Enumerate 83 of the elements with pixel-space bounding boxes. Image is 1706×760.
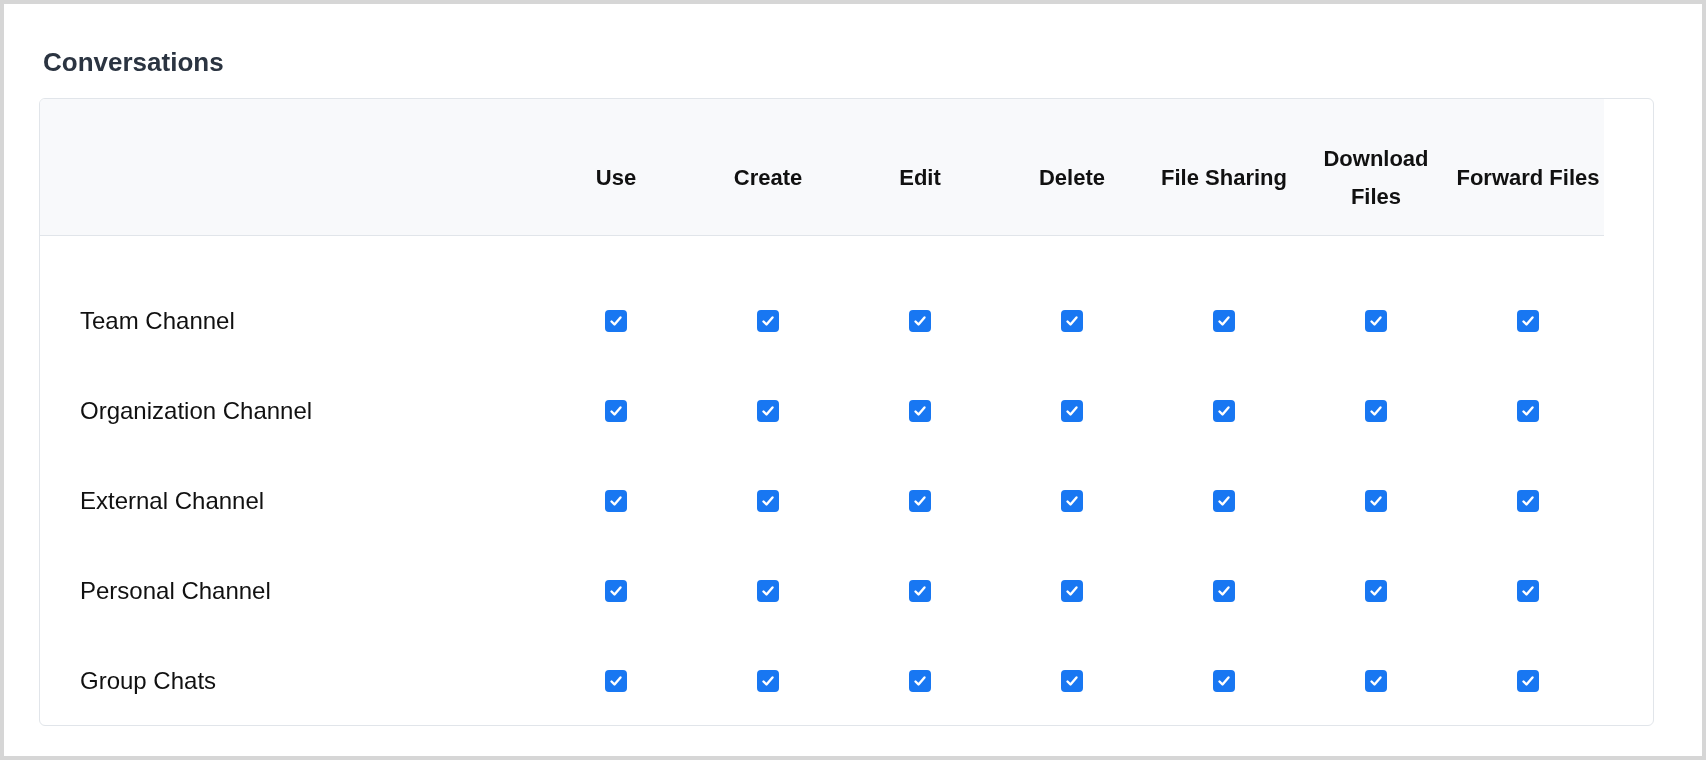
checkmark-icon bbox=[1064, 673, 1080, 689]
checkmark-icon bbox=[1064, 403, 1080, 419]
checkbox[interactable] bbox=[1365, 310, 1387, 332]
checkmark-icon bbox=[1368, 313, 1384, 329]
checkbox[interactable] bbox=[1365, 580, 1387, 602]
column-header: Delete bbox=[1037, 164, 1106, 192]
checkmark-icon bbox=[1520, 403, 1536, 419]
checkbox[interactable] bbox=[1517, 400, 1539, 422]
column-header: Use bbox=[594, 164, 638, 192]
checkmark-icon bbox=[1368, 403, 1384, 419]
checkbox[interactable] bbox=[909, 580, 931, 602]
checkmark-icon bbox=[1216, 493, 1232, 509]
checkbox[interactable] bbox=[605, 490, 627, 512]
column-header: Edit bbox=[898, 164, 942, 192]
checkbox[interactable] bbox=[909, 670, 931, 692]
checkbox[interactable] bbox=[757, 310, 779, 332]
row-label: Personal Channel bbox=[80, 577, 271, 605]
checkbox[interactable] bbox=[1365, 400, 1387, 422]
checkbox[interactable] bbox=[1213, 580, 1235, 602]
checkmark-icon bbox=[608, 403, 624, 419]
checkmark-icon bbox=[608, 313, 624, 329]
checkbox[interactable] bbox=[1213, 310, 1235, 332]
checkmark-icon bbox=[1520, 493, 1536, 509]
checkmark-icon bbox=[912, 583, 928, 599]
row-label: Group Chats bbox=[80, 667, 217, 695]
row-label: Organization Channel bbox=[80, 397, 313, 425]
checkbox[interactable] bbox=[1061, 490, 1083, 512]
checkbox[interactable] bbox=[605, 310, 627, 332]
checkbox[interactable] bbox=[1061, 400, 1083, 422]
checkmark-icon bbox=[760, 403, 776, 419]
checkbox[interactable] bbox=[1365, 490, 1387, 512]
checkmark-icon bbox=[1064, 313, 1080, 329]
checkmark-icon bbox=[1216, 583, 1232, 599]
checkbox[interactable] bbox=[909, 310, 931, 332]
checkbox[interactable] bbox=[605, 400, 627, 422]
checkmark-icon bbox=[1064, 583, 1080, 599]
row-label: External Channel bbox=[80, 487, 265, 515]
checkbox[interactable] bbox=[909, 490, 931, 512]
checkmark-icon bbox=[760, 673, 776, 689]
checkmark-icon bbox=[1368, 583, 1384, 599]
checkbox[interactable] bbox=[1517, 580, 1539, 602]
checkmark-icon bbox=[912, 673, 928, 689]
checkbox[interactable] bbox=[1061, 310, 1083, 332]
checkmark-icon bbox=[760, 493, 776, 509]
column-header: Forward Files bbox=[1455, 164, 1601, 192]
column-header: Create bbox=[732, 164, 804, 192]
checkmark-icon bbox=[1216, 313, 1232, 329]
checkbox[interactable] bbox=[605, 580, 627, 602]
checkmark-icon bbox=[1368, 493, 1384, 509]
checkbox[interactable] bbox=[1517, 490, 1539, 512]
column-header: Download Files bbox=[1322, 145, 1430, 211]
checkmark-icon bbox=[1216, 403, 1232, 419]
checkbox[interactable] bbox=[1213, 400, 1235, 422]
checkmark-icon bbox=[608, 493, 624, 509]
checkmark-icon bbox=[1368, 673, 1384, 689]
checkbox[interactable] bbox=[1061, 670, 1083, 692]
checkbox[interactable] bbox=[757, 490, 779, 512]
checkmark-icon bbox=[760, 313, 776, 329]
checkbox[interactable] bbox=[757, 400, 779, 422]
checkmark-icon bbox=[912, 493, 928, 509]
row-label: Team Channel bbox=[80, 307, 235, 335]
section-title: Conversations bbox=[43, 46, 225, 78]
checkmark-icon bbox=[1520, 673, 1536, 689]
checkbox[interactable] bbox=[1061, 580, 1083, 602]
checkmark-icon bbox=[1216, 673, 1232, 689]
checkmark-icon bbox=[608, 583, 624, 599]
checkbox[interactable] bbox=[909, 400, 931, 422]
checkmark-icon bbox=[1064, 493, 1080, 509]
checkmark-icon bbox=[760, 583, 776, 599]
checkbox[interactable] bbox=[1517, 310, 1539, 332]
checkbox[interactable] bbox=[1213, 490, 1235, 512]
checkbox[interactable] bbox=[757, 580, 779, 602]
checkmark-icon bbox=[912, 403, 928, 419]
checkbox[interactable] bbox=[1213, 670, 1235, 692]
checkbox[interactable] bbox=[1517, 670, 1539, 692]
column-header: File Sharing bbox=[1160, 164, 1288, 192]
checkmark-icon bbox=[1520, 583, 1536, 599]
checkbox[interactable] bbox=[605, 670, 627, 692]
checkmark-icon bbox=[608, 673, 624, 689]
checkmark-icon bbox=[1520, 313, 1536, 329]
checkmark-icon bbox=[912, 313, 928, 329]
checkbox[interactable] bbox=[757, 670, 779, 692]
checkbox[interactable] bbox=[1365, 670, 1387, 692]
